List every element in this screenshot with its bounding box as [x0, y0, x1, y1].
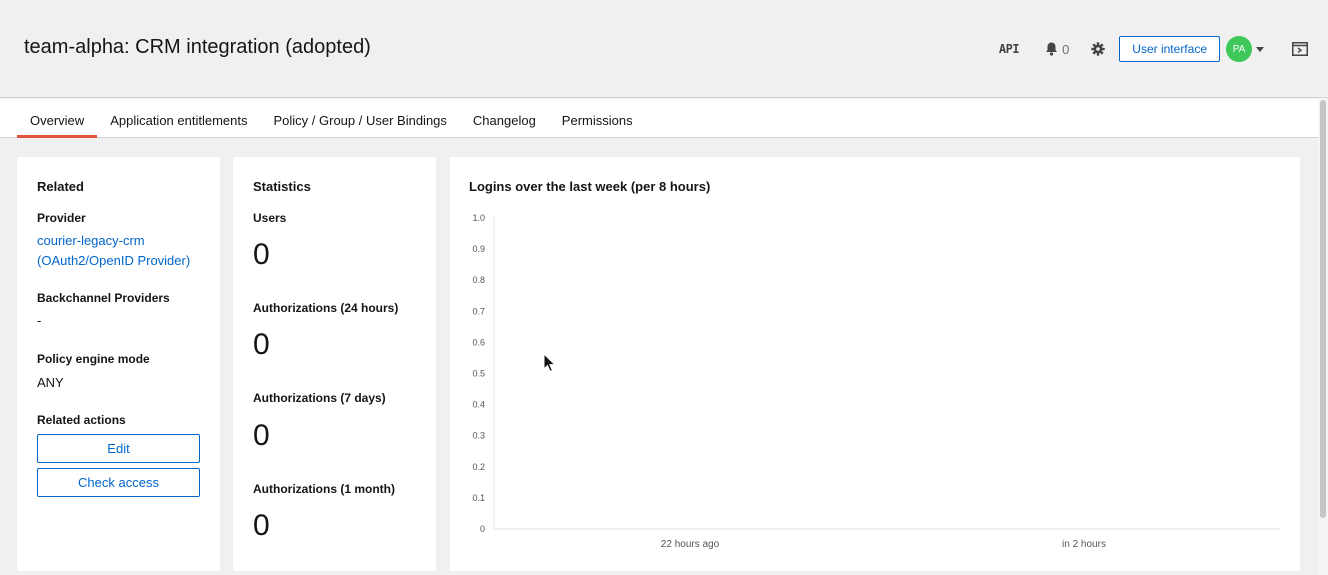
y-tick-label: 0.9 [472, 244, 485, 254]
edit-button[interactable]: Edit [37, 434, 200, 463]
api-link[interactable]: API [999, 42, 1020, 56]
tab-application-entitlements[interactable]: Application entitlements [97, 99, 260, 138]
related-card: Related Provider courier-legacy-crm (OAu… [17, 157, 220, 571]
x-tick-label: 22 hours ago [661, 539, 720, 550]
tab-policy-bindings[interactable]: Policy / Group / User Bindings [261, 99, 460, 138]
user-menu[interactable]: PA [1226, 36, 1264, 62]
y-tick-label: 0.1 [472, 493, 485, 503]
notifications-button[interactable]: 0 [1045, 42, 1069, 57]
policy-engine-label: Policy engine mode [37, 352, 150, 366]
logins-chart: 0 0.1 0.2 0.3 0.4 0.5 0.6 0.7 0.8 0.9 1.0 22 hours … [472, 213, 1280, 550]
backchannel-value: - [37, 313, 42, 328]
page-scrollbar[interactable] [1318, 98, 1328, 575]
y-tick-label: 0.3 [472, 431, 485, 441]
notification-count: 0 [1062, 41, 1070, 57]
y-tick-label: 0 [480, 524, 485, 534]
backchannel-label: Backchannel Providers [37, 291, 170, 305]
auth-7d-label: Authorizations (7 days) [253, 391, 386, 405]
users-value: 0 [253, 238, 270, 271]
scrollbar-thumb[interactable] [1320, 100, 1326, 518]
user-interface-button[interactable]: User interface [1119, 36, 1220, 62]
check-access-button[interactable]: Check access [37, 468, 200, 497]
x-tick-label: in 2 hours [1062, 539, 1106, 550]
policy-engine-value: ANY [37, 375, 64, 390]
page-title: team-alpha: CRM integration (adopted) [24, 36, 371, 58]
settings-button[interactable] [1091, 42, 1105, 56]
auth-1m-label: Authorizations (1 month) [253, 482, 395, 496]
y-tick-label: 0.5 [472, 369, 485, 379]
tab-changelog[interactable]: Changelog [460, 99, 549, 138]
y-tick-label: 0.8 [472, 275, 485, 285]
statistics-title: Statistics [253, 179, 311, 194]
bell-icon [1046, 42, 1058, 56]
y-tick-label: 0.7 [472, 306, 485, 316]
auth-24h-label: Authorizations (24 hours) [253, 301, 399, 315]
page-header: team-alpha: CRM integration (adopted) AP… [0, 0, 1328, 98]
gear-icon [1091, 42, 1105, 56]
auth-7d-value: 0 [253, 419, 270, 452]
provider-link[interactable]: courier-legacy-crm (OAuth2/OpenID Provid… [37, 231, 207, 271]
provider-label: Provider [37, 211, 86, 225]
related-title: Related [37, 179, 84, 194]
users-label: Users [253, 211, 287, 225]
y-tick-label: 0.6 [472, 337, 485, 347]
related-actions-label: Related actions [37, 413, 126, 427]
sidebar-panel-icon [1292, 42, 1308, 56]
drawer-toggle-button[interactable] [1292, 42, 1308, 56]
y-tick-label: 0.2 [472, 462, 485, 472]
tab-permissions[interactable]: Permissions [549, 99, 646, 138]
auth-24h-value: 0 [253, 328, 270, 361]
avatar: PA [1226, 36, 1252, 62]
tab-overview[interactable]: Overview [17, 99, 98, 138]
y-tick-label: 1.0 [472, 213, 485, 223]
logins-chart-card: Logins over the last week (per 8 hours) … [450, 157, 1300, 571]
caret-down-icon [1256, 46, 1264, 52]
auth-1m-value: 0 [253, 509, 270, 542]
mouse-pointer-icon [543, 353, 557, 373]
header-toolbar: API 0 User interface PA [999, 35, 1328, 63]
y-tick-label: 0.4 [472, 400, 485, 410]
statistics-card: Statistics Users 0 Authorizations (24 ho… [233, 157, 436, 571]
tab-bar: Overview Application entitlements Policy… [0, 99, 1318, 138]
